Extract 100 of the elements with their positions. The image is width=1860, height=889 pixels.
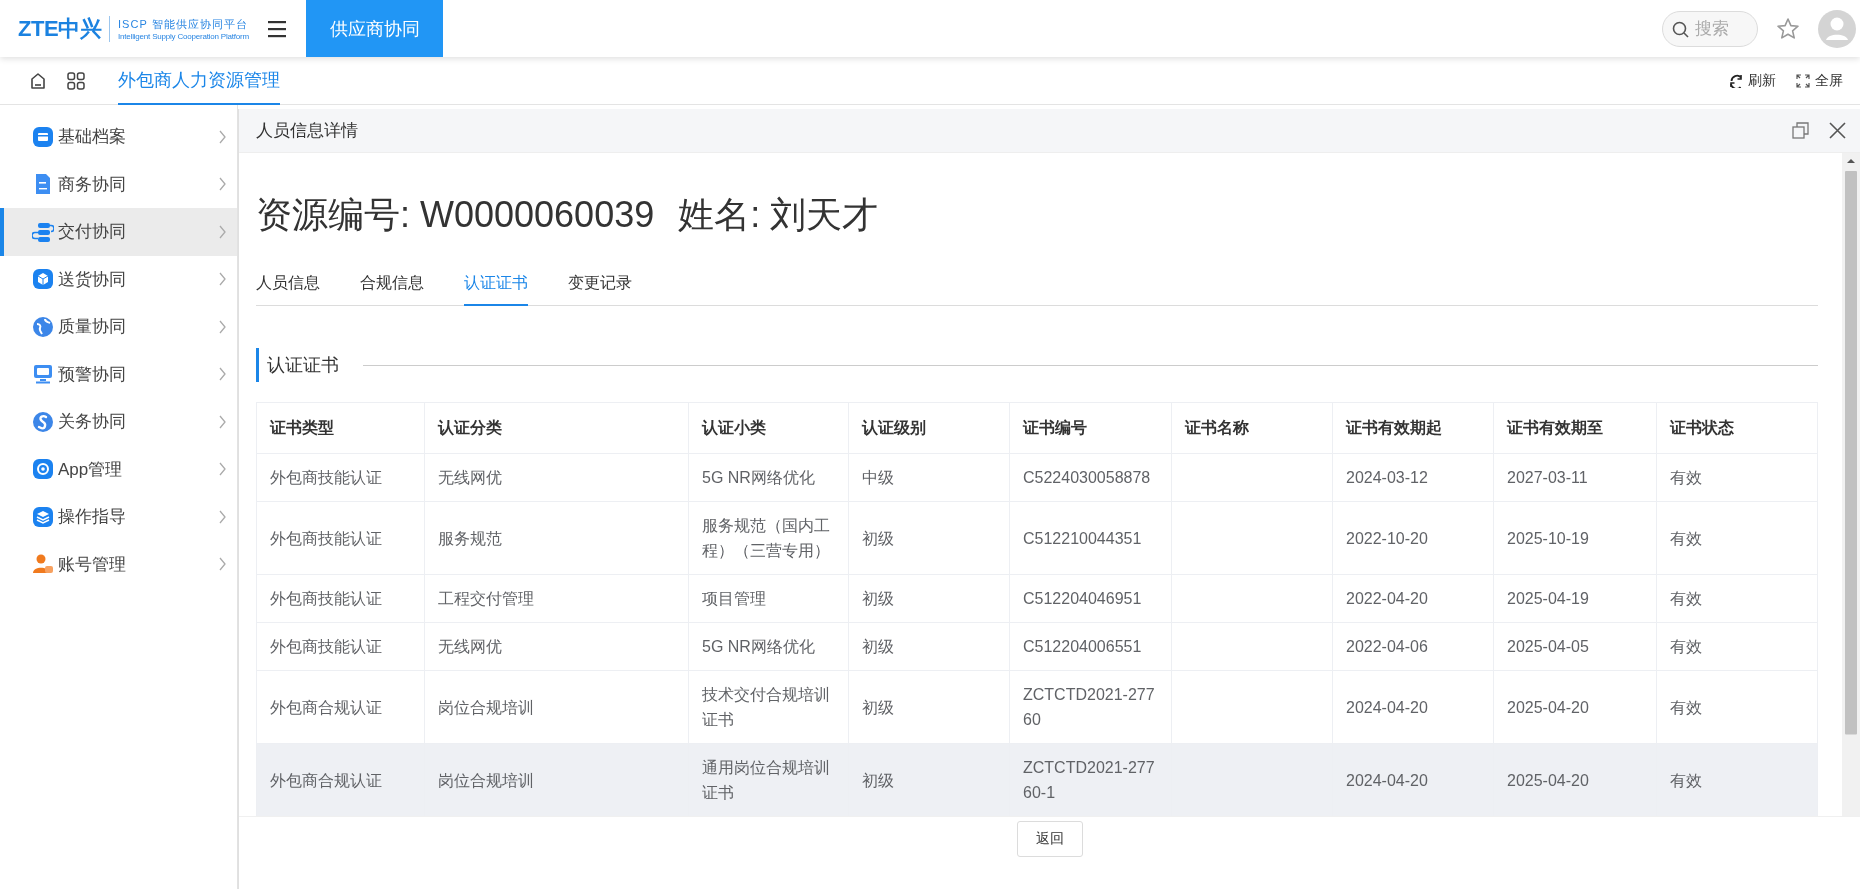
table-cell: 2025-04-20 xyxy=(1493,743,1657,816)
table-cell: C512210044351 xyxy=(1009,501,1172,575)
table-cell: 外包商技能认证 xyxy=(256,501,425,575)
table-cell: 5G NR网络优化 xyxy=(688,622,849,671)
person-name: 姓名: 刘天才 xyxy=(678,193,879,235)
table-cell: 外包商合规认证 xyxy=(256,670,425,744)
table-cell: 有效 xyxy=(1656,453,1818,502)
chevron-right-icon xyxy=(218,129,227,144)
table-cell: 岗位合规培训 xyxy=(424,743,689,816)
table-cell: 2022-04-20 xyxy=(1332,574,1494,623)
table-cell: 无线网优 xyxy=(424,622,689,671)
column-header: 证书有效期至 xyxy=(1493,402,1657,454)
table-cell: 有效 xyxy=(1656,574,1818,623)
globe-icon xyxy=(32,315,54,338)
table-cell: 外包商技能认证 xyxy=(256,453,425,502)
tab[interactable]: 合规信息 xyxy=(360,273,424,306)
wallet-icon xyxy=(32,125,54,148)
table-cell: ZCTCTD2021-27760-1 xyxy=(1009,743,1172,816)
fullscreen-button[interactable]: 全屏 xyxy=(1796,71,1843,90)
table-cell: 初级 xyxy=(848,670,1010,744)
table-cell: C512204006551 xyxy=(1009,622,1172,671)
home-icon[interactable] xyxy=(29,71,47,90)
column-header: 认证分类 xyxy=(424,402,689,454)
chevron-right-icon xyxy=(218,224,227,239)
chevron-right-icon xyxy=(218,462,227,477)
stack-link-icon xyxy=(32,220,54,243)
table-cell: 技术交付合规培训证书 xyxy=(688,670,849,744)
tab[interactable]: 人员信息 xyxy=(256,273,320,306)
table-cell: 2025-04-05 xyxy=(1493,622,1657,671)
panel-title: 人员信息详情 xyxy=(256,120,359,142)
refresh-button[interactable]: 刷新 xyxy=(1729,71,1776,90)
s-coin-icon xyxy=(32,410,54,433)
chevron-right-icon xyxy=(218,367,227,382)
close-icon[interactable] xyxy=(1829,122,1846,139)
star-icon[interactable] xyxy=(1776,16,1800,41)
platform-subtitle: Intelligent Supply Cooperation Platform xyxy=(118,31,249,41)
chevron-right-icon xyxy=(218,557,227,572)
table-cell: 服务规范 xyxy=(424,501,689,575)
table-cell: 2024-04-20 xyxy=(1332,670,1494,744)
table-cell: 2027-03-11 xyxy=(1493,453,1657,502)
person-icon xyxy=(32,553,54,576)
chevron-right-icon xyxy=(218,319,227,334)
column-header: 证书类型 xyxy=(256,402,425,454)
chevron-right-icon xyxy=(218,177,227,192)
table-cell: 5G NR网络优化 xyxy=(688,453,849,502)
chevron-right-icon xyxy=(218,509,227,524)
column-header: 证书编号 xyxy=(1009,402,1172,454)
sidebar-item[interactable]: 交付协同 xyxy=(0,208,237,256)
menu-icon[interactable] xyxy=(268,19,286,38)
table-cell: 2024-04-20 xyxy=(1332,743,1494,816)
chevron-right-icon xyxy=(218,414,227,429)
resource-number: 资源编号: W0000060039 xyxy=(256,193,655,235)
chevron-right-icon xyxy=(218,272,227,287)
table-cell: 外包商技能认证 xyxy=(256,622,425,671)
back-button[interactable]: 返回 xyxy=(1016,821,1083,857)
table-cell: 2025-04-20 xyxy=(1493,670,1657,744)
tab[interactable]: 变更记录 xyxy=(568,273,632,306)
column-header: 证书状态 xyxy=(1656,402,1818,454)
table-cell: 初级 xyxy=(848,622,1010,671)
table-cell: C5224030058878 xyxy=(1009,453,1172,502)
table-cell: ZCTCTD2021-27760 xyxy=(1009,670,1172,744)
column-header: 证书有效期起 xyxy=(1332,402,1494,454)
box-icon xyxy=(32,268,54,291)
refresh-icon xyxy=(1729,73,1743,88)
table-cell: 外包商技能认证 xyxy=(256,574,425,623)
table-cell: C512204046951 xyxy=(1009,574,1172,623)
table-cell: 2022-10-20 xyxy=(1332,501,1494,575)
grid-icon[interactable] xyxy=(67,71,85,90)
column-header: 证书名称 xyxy=(1171,402,1333,454)
table-cell: 有效 xyxy=(1656,743,1818,816)
monitor-icon xyxy=(32,363,54,386)
table-cell: 无线网优 xyxy=(424,453,689,502)
table-cell: 有效 xyxy=(1656,501,1818,575)
search-icon xyxy=(1672,20,1689,38)
search-field[interactable]: 搜索 xyxy=(1662,10,1758,47)
fullscreen-icon xyxy=(1796,73,1810,88)
brand-logo: ZTE中兴 xyxy=(18,14,102,43)
platform-name: ISCP 智能供应协同平台 xyxy=(118,16,249,32)
section-title: 认证证书 xyxy=(256,348,339,382)
table-cell: 有效 xyxy=(1656,622,1818,671)
restore-icon[interactable] xyxy=(1792,122,1809,139)
column-header: 认证小类 xyxy=(688,402,849,454)
table-cell: 有效 xyxy=(1656,670,1818,744)
table-cell: 中级 xyxy=(848,453,1010,502)
table-cell: 初级 xyxy=(848,574,1010,623)
table-cell: 项目管理 xyxy=(688,574,849,623)
table-cell: 2024-03-12 xyxy=(1332,453,1494,502)
table-cell: 岗位合规培训 xyxy=(424,670,689,744)
scrollbar[interactable] xyxy=(1842,153,1860,816)
table-cell: 2025-10-19 xyxy=(1493,501,1657,575)
column-header: 认证级别 xyxy=(848,402,1010,454)
table-cell: 2025-04-19 xyxy=(1493,574,1657,623)
table-cell: 服务规范（国内工程）（三营专用） xyxy=(688,501,849,575)
table-cell: 工程交付管理 xyxy=(424,574,689,623)
table-cell: 外包商合规认证 xyxy=(256,743,425,816)
table-cell: 2022-04-06 xyxy=(1332,622,1494,671)
table-cell: 初级 xyxy=(848,743,1010,816)
table-cell: 通用岗位合规培训证书 xyxy=(688,743,849,816)
table-cell: 初级 xyxy=(848,501,1010,575)
tab[interactable]: 认证证书 xyxy=(464,273,528,306)
